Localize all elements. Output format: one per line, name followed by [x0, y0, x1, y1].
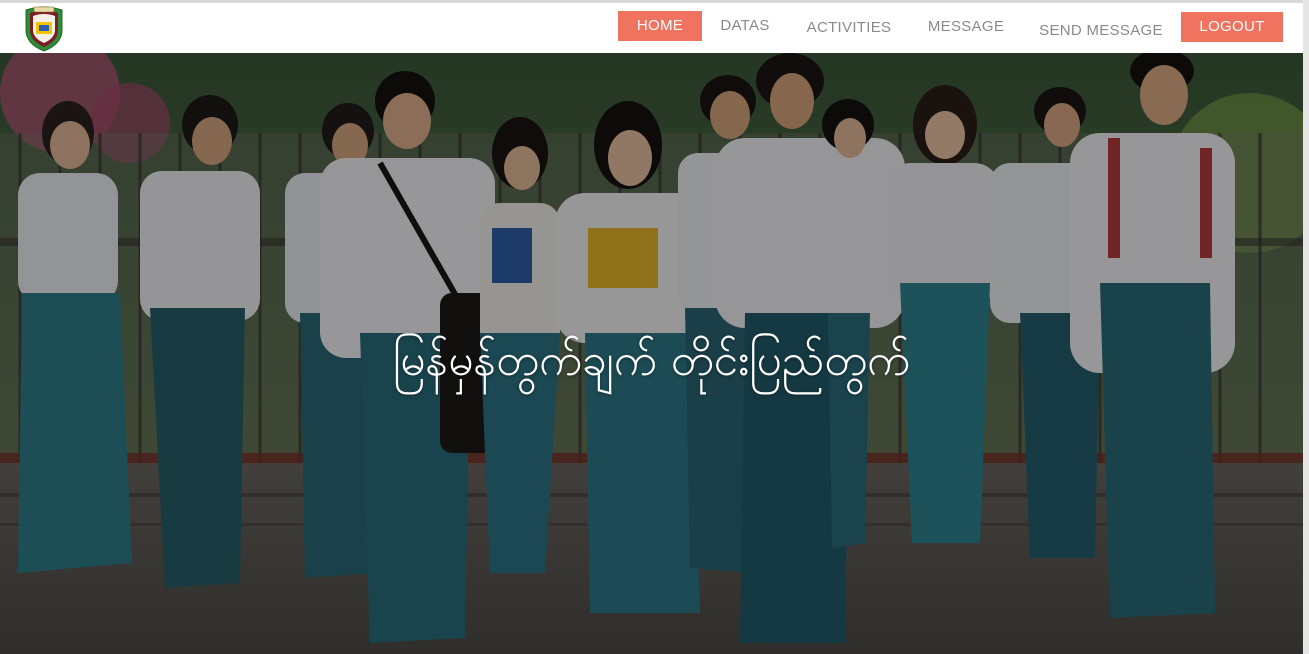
nav-activities-link[interactable]: ACTIVITIES: [804, 13, 894, 43]
nav-datas-link[interactable]: DATAS: [718, 11, 772, 41]
navbar: HOME DATAS ACTIVITIES MESSAGE SEND MESSA…: [0, 3, 1303, 53]
nav-send-message-link[interactable]: SEND MESSAGE: [1038, 16, 1164, 46]
hero-banner: မြန်မှန်တွက်ချက် တိုင်းပြည်တွက်: [0, 53, 1303, 654]
university-logo[interactable]: [22, 6, 66, 52]
page: HOME DATAS ACTIVITIES MESSAGE SEND MESSA…: [0, 0, 1309, 654]
nav-home-button[interactable]: HOME: [618, 11, 702, 41]
logout-button[interactable]: LOGOUT: [1181, 12, 1283, 42]
hero-title: မြန်မှန်တွက်ချက် တိုင်းပြည်တွက်: [392, 335, 911, 386]
page-scrollbar[interactable]: [1303, 0, 1309, 654]
nav-message-link[interactable]: MESSAGE: [925, 12, 1007, 42]
